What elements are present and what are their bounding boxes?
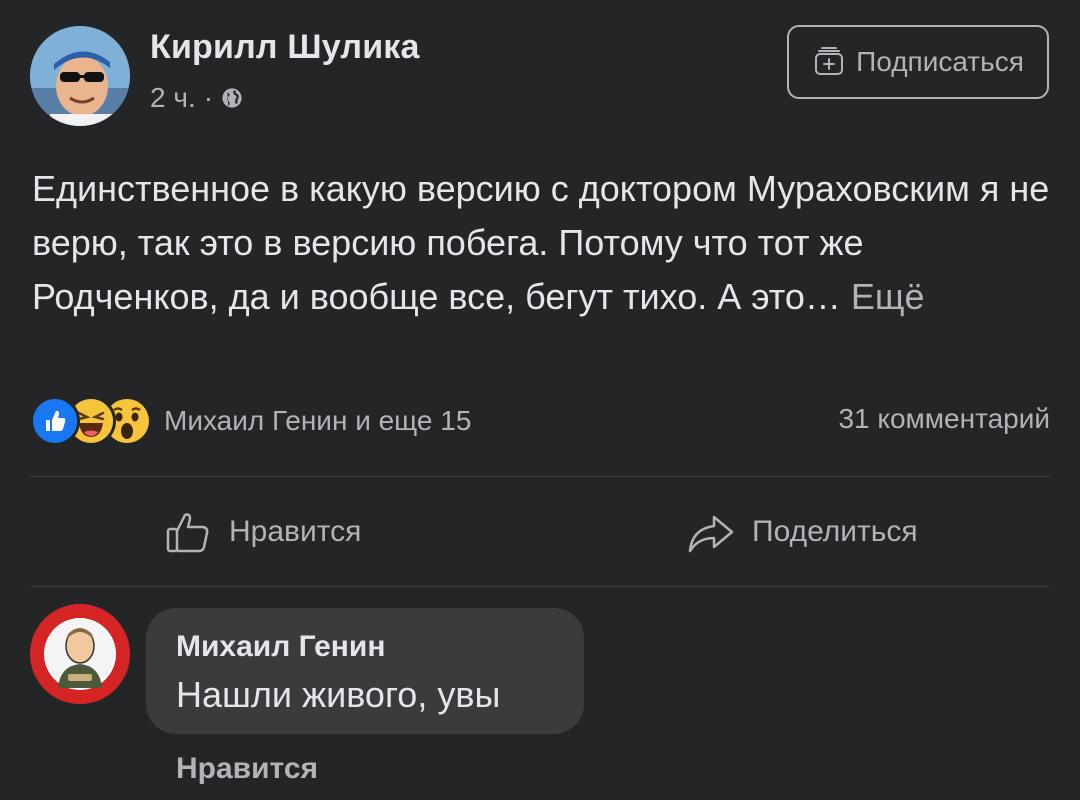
like-label: Нравится (229, 515, 362, 548)
comment-author[interactable]: Михаил Генин (176, 630, 386, 664)
subscribe-button[interactable]: Подписаться (787, 25, 1049, 99)
comment-like-button[interactable]: Нравится (176, 752, 318, 786)
globe-icon (222, 88, 242, 108)
thumbs-up-icon (166, 513, 209, 553)
divider (30, 476, 1050, 477)
comment-text: Нашли живого, увы (176, 674, 501, 715)
add-page-icon (815, 47, 844, 75)
divider (30, 586, 1050, 587)
meta-separator: · (203, 82, 214, 113)
post-meta: 2 ч. · (150, 82, 243, 114)
commenter-avatar-image (30, 604, 130, 704)
commenter-avatar[interactable] (30, 604, 130, 704)
post-time[interactable]: 2 ч. (150, 82, 196, 114)
see-more-link[interactable]: Ещё (851, 276, 925, 317)
share-button[interactable]: Поделиться (686, 500, 918, 564)
reactions-text: Михаил Генин и еще 15 (164, 405, 472, 436)
comment-bubble: Михаил Генин Нашли живого, увы (146, 608, 584, 734)
like-button[interactable]: Нравится (163, 500, 361, 564)
author-name[interactable]: Кирилл Шулика (150, 28, 420, 67)
author-avatar[interactable] (30, 26, 130, 126)
author-avatar-image (30, 26, 130, 126)
share-arrow-icon (688, 515, 734, 553)
subscribe-label: Подписаться (856, 46, 1024, 77)
reactions-summary[interactable]: Михаил Генин и еще 15 (30, 396, 471, 446)
post-card: Кирилл Шулика 2 ч. · Подписаться Единств… (0, 0, 1080, 800)
post-text: Единственное в какую версию с доктором М… (32, 162, 1052, 324)
comments-count-link[interactable]: 31 комментарий (838, 403, 1050, 435)
like-reaction-icon (30, 396, 80, 446)
share-label: Поделиться (752, 515, 918, 548)
